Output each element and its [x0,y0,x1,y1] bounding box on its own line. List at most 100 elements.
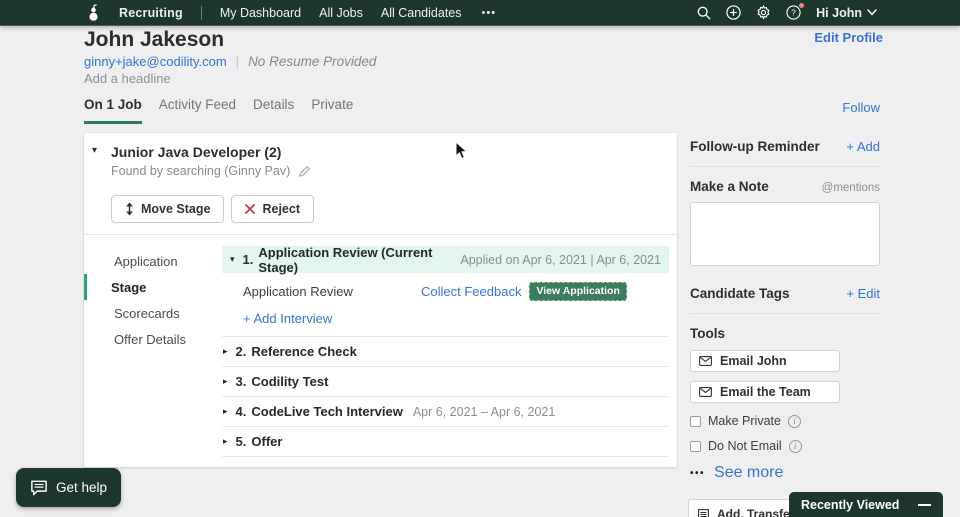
svg-text:?: ? [791,7,796,17]
collect-feedback-link[interactable]: Collect Feedback [421,284,521,299]
stage-row-codility-test[interactable]: ▸ 3. Codility Test [222,366,669,396]
resume-status: No Resume Provided [248,54,377,69]
follow-link[interactable]: Follow [842,100,880,115]
info-icon[interactable]: i [787,414,801,428]
stage-applied-dates: Applied on Apr 6, 2021 | Apr 6, 2021 [460,252,661,267]
make-note-title: Make a Note [690,179,769,194]
email-candidate-button[interactable]: Email John [690,350,840,372]
move-stage-icon [126,202,133,216]
reject-x-icon [245,204,256,214]
get-help-button[interactable]: Get help [16,468,122,507]
nav-more-icon[interactable]: ••• [482,7,497,19]
stage-name: CodeLive Tech Interview [251,404,403,419]
help-icon[interactable]: ? [786,3,805,20]
user-menu[interactable]: Hi John [816,6,877,20]
make-private-checkbox[interactable] [690,415,701,427]
tab-activity-feed[interactable]: Activity Feed [159,97,236,124]
job-nav-scorecards[interactable]: Scorecards [84,300,222,326]
job-nav-application[interactable]: Application [84,248,222,274]
sidebar-divider [690,313,880,314]
stage-row-reference-check[interactable]: ▸ 2. Reference Check [222,336,669,366]
reject-button[interactable]: Reject [231,195,314,223]
nav-item-all-jobs[interactable]: All Jobs [319,6,363,20]
more-options-icon: ••• [690,467,706,479]
mentions-hint: @mentions [821,182,880,194]
note-textarea[interactable] [690,202,880,266]
stage-number: 3. [235,374,247,389]
edit-pencil-icon[interactable] [298,165,311,178]
collapse-icon[interactable] [918,503,931,506]
stage-list: ▾ 1. Application Review (Current Stage) … [222,244,669,457]
profile-tabs: On 1 Job Activity Feed Details Private [84,97,353,124]
greenhouse-logo-icon[interactable] [86,3,101,22]
stage-expand-icon[interactable]: ▸ [223,346,228,357]
stage-row-offer[interactable]: ▸ 5. Offer [222,426,669,456]
contact-row: ginny+jake@codility.com | No Resume Prov… [84,54,376,69]
recently-viewed-title: Recently Viewed [801,497,900,512]
stage-collapse-icon[interactable]: ▾ [230,254,235,265]
search-icon[interactable] [697,6,711,20]
candidate-email-link[interactable]: ginny+jake@codility.com [84,54,227,69]
edit-tags-link[interactable]: + Edit [846,286,880,301]
job-source-text: Found by searching (Ginny Pav) [111,164,291,178]
user-greeting: Hi John [816,5,862,20]
add-reminder-link[interactable]: + Add [846,139,880,154]
edit-profile-link[interactable]: Edit Profile [814,30,883,45]
nav-divider [200,5,202,20]
stage-number: 5. [235,434,247,449]
add-interview-link[interactable]: + Add Interview [243,311,332,326]
stage-name: Codility Test [251,374,329,389]
add-headline-field[interactable]: Add a headline [84,71,171,86]
info-icon[interactable]: i [788,439,802,453]
email-team-button[interactable]: Email the Team [690,381,840,403]
get-help-label: Get help [56,480,108,495]
move-stage-label: Move Stage [141,202,211,216]
email-candidate-label: Email John [720,354,787,368]
gear-icon[interactable] [756,5,771,20]
nav-product-name[interactable]: Recruiting [119,6,183,20]
stage-name: Reference Check [251,344,357,359]
sidebar-divider [690,166,880,167]
stage-expand-icon[interactable]: ▸ [223,406,228,417]
job-card: ▾ Junior Java Developer (2) Found by sea… [84,133,677,467]
job-nav-stage[interactable]: Stage [84,274,222,300]
chevron-down-icon [867,9,877,16]
do-not-email-label: Do Not Email [708,439,782,453]
add-icon[interactable] [726,5,741,20]
tab-private[interactable]: Private [311,97,353,124]
stage-expand-icon[interactable]: ▸ [223,436,228,447]
chat-bubble-icon [31,480,47,495]
stage-name: Application Review (Current Stage) [258,244,433,275]
jobs-icon [698,508,709,517]
envelope-icon [699,387,712,397]
stage-row-codelive-tech-interview[interactable]: ▸ 4. CodeLive Tech Interview Apr 6, 2021… [222,396,669,426]
stage-number: 4. [235,404,247,419]
top-navbar: Recruiting My Dashboard All Jobs All Can… [0,0,960,25]
job-collapse-icon[interactable]: ▾ [92,145,97,156]
view-application-badge[interactable]: View Application [529,282,627,301]
recently-viewed-panel[interactable]: Recently Viewed [789,492,943,517]
tab-details[interactable]: Details [253,97,294,124]
card-divider [84,234,677,235]
candidate-tags-title: Candidate Tags [690,286,790,301]
followup-reminder-title: Follow-up Reminder [690,139,820,154]
stage-expand-icon[interactable]: ▸ [223,376,228,387]
email-team-label: Email the Team [720,385,811,399]
stage-number: 2. [235,344,247,359]
tab-on-1-job[interactable]: On 1 Job [84,97,142,124]
job-title[interactable]: Junior Java Developer (2) [111,144,281,160]
nav-item-my-dashboard[interactable]: My Dashboard [220,6,301,20]
reject-label: Reject [262,202,300,216]
envelope-icon [699,356,712,366]
job-nav-offer-details[interactable]: Offer Details [84,326,222,352]
right-sidebar: Follow-up Reminder + Add Make a Note @me… [690,133,880,482]
stage-dates: Apr 6, 2021 – Apr 6, 2021 [412,404,556,419]
do-not-email-checkbox[interactable] [690,440,701,452]
see-more-link[interactable]: See more [714,464,783,482]
stage-name: Offer [251,434,283,449]
stage-row-current[interactable]: ▾ 1. Application Review (Current Stage) … [222,244,669,275]
notification-dot [799,3,805,8]
contact-separator: | [235,54,240,69]
move-stage-button[interactable]: Move Stage [111,195,225,223]
nav-item-all-candidates[interactable]: All Candidates [381,6,462,20]
